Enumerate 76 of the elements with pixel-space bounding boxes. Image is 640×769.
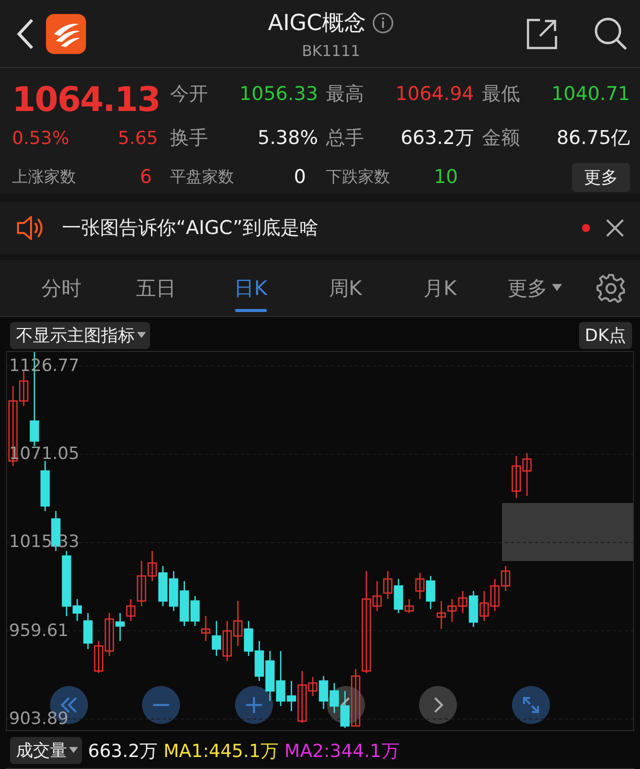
settings-icon[interactable] xyxy=(596,273,626,303)
candle xyxy=(158,566,168,606)
candle xyxy=(447,598,457,622)
candle xyxy=(383,570,392,599)
candle xyxy=(330,682,339,713)
more-button[interactable]: 更多 xyxy=(572,162,630,192)
last-price: 1064.13 xyxy=(12,79,158,122)
period-tab[interactable]: 五日 xyxy=(108,260,204,316)
breadth-count: 0 xyxy=(294,166,306,188)
candle xyxy=(490,578,500,611)
plus-icon xyxy=(244,696,263,714)
back-icon[interactable] xyxy=(16,18,34,50)
dk-point-button[interactable]: DK点 xyxy=(578,322,632,350)
period-tab[interactable]: 月K xyxy=(392,260,488,316)
zoom-in-button[interactable] xyxy=(234,686,273,724)
search-icon[interactable] xyxy=(594,16,628,50)
caret-icon xyxy=(552,284,562,292)
page-title: AIGC概念 xyxy=(268,10,366,38)
minus-icon xyxy=(152,704,170,706)
candle xyxy=(254,640,264,681)
breadth-label: 平盘家数 xyxy=(170,166,234,188)
news-headline[interactable]: 一张图告诉你“AIGC”到底是啥 xyxy=(62,215,566,241)
volume-value: 663.2万 xyxy=(88,740,158,762)
stat-value: 1064.94 xyxy=(394,83,474,105)
stat-value: 1040.71 xyxy=(550,83,630,105)
candle xyxy=(426,576,436,609)
breadth-label: 上涨家数 xyxy=(12,166,76,188)
stock-code: BK1111 xyxy=(302,42,360,60)
stat-label: 最高 xyxy=(326,82,364,107)
close-icon[interactable] xyxy=(606,219,624,237)
change-amount: 5.65 xyxy=(118,128,158,149)
candle xyxy=(244,620,254,656)
stat-label: 今开 xyxy=(170,82,208,107)
candle xyxy=(222,620,232,661)
next-button[interactable] xyxy=(419,686,458,724)
change-percent: 0.53% xyxy=(12,128,70,149)
candle xyxy=(168,570,178,611)
price-axis-label: 959.61 xyxy=(9,620,68,641)
zoom-out-button[interactable] xyxy=(142,686,180,724)
stat-value: 86.75亿 xyxy=(556,126,630,151)
indicator-dropdown[interactable]: 不显示主图指标 xyxy=(10,322,150,350)
candle xyxy=(512,456,521,498)
stat-label: 换手 xyxy=(170,126,208,151)
stat-label: 金额 xyxy=(482,126,520,151)
period-tab[interactable]: 周K xyxy=(298,260,393,316)
ma2-value: MA2:344.1万 xyxy=(284,740,400,762)
stat-value: 1056.33 xyxy=(238,83,318,105)
stat-label: 最低 xyxy=(482,82,520,107)
candle xyxy=(265,650,275,701)
more-menu-tab[interactable]: 更多 xyxy=(487,260,582,316)
caret-icon xyxy=(137,332,146,340)
ma1-value: MA1:445.1万 xyxy=(164,740,278,762)
candle xyxy=(94,640,104,673)
volume-dropdown[interactable]: 成交量 xyxy=(10,737,82,764)
candle xyxy=(212,620,222,656)
candle xyxy=(40,460,50,511)
candle xyxy=(522,452,532,496)
stat-value: 5.38% xyxy=(256,127,318,149)
fullscreen-button[interactable] xyxy=(512,686,550,724)
caret-icon xyxy=(69,747,78,754)
candle xyxy=(233,600,243,646)
breadth-label: 下跌家数 xyxy=(326,166,390,188)
stat-value: 663.2万 xyxy=(400,126,474,151)
breadth-count: 10 xyxy=(434,166,458,188)
candle xyxy=(201,616,210,641)
info-icon[interactable] xyxy=(372,12,394,34)
period-tab[interactable]: 分时 xyxy=(14,260,109,316)
breadth-count: 6 xyxy=(140,166,152,188)
period-tab[interactable]: 日K xyxy=(203,260,298,316)
candle xyxy=(436,600,446,629)
expand-icon xyxy=(522,696,540,714)
candle xyxy=(500,566,510,591)
candle xyxy=(480,590,489,621)
stat-label: 总手 xyxy=(326,126,364,151)
share-icon[interactable] xyxy=(526,18,558,50)
app-logo-icon xyxy=(46,14,86,54)
